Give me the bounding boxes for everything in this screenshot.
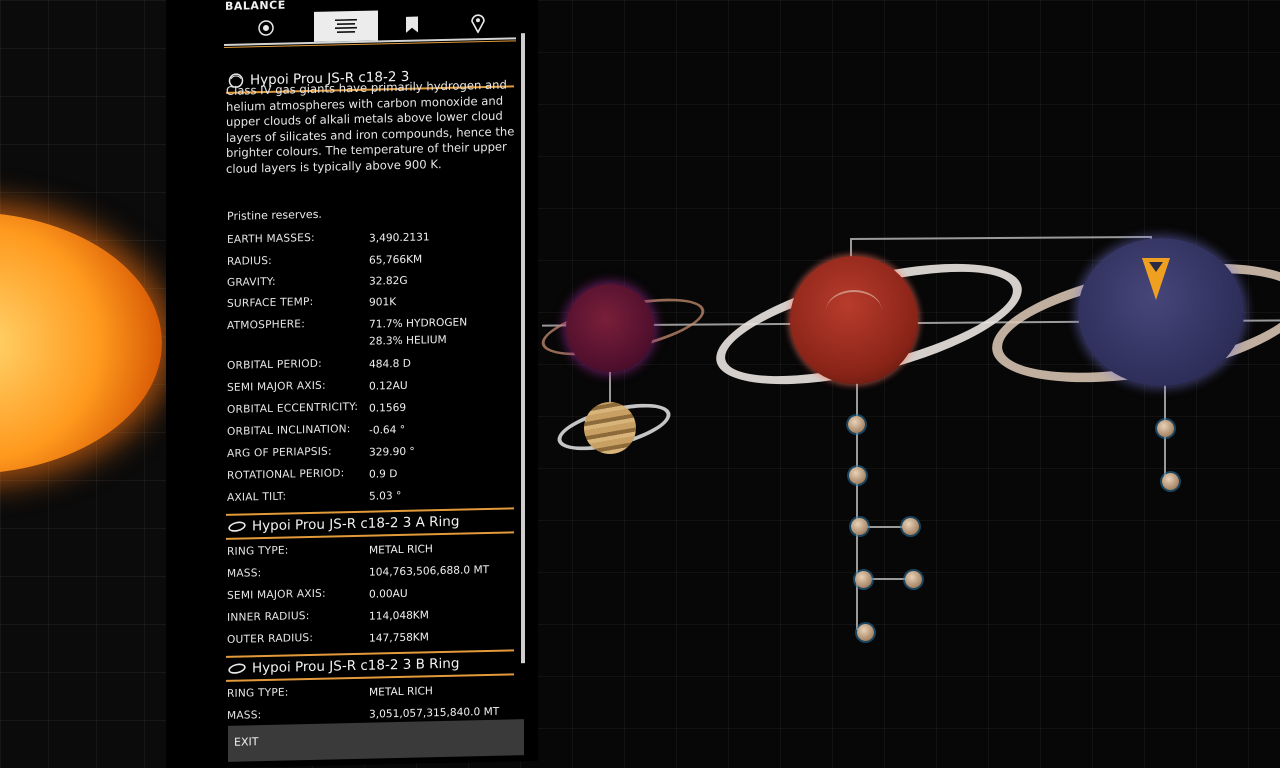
navigation-target-marker-icon: [1142, 258, 1170, 300]
stat-value: 901K: [369, 296, 397, 309]
stat-row: RADIUS: 65,766KM: [227, 249, 519, 272]
stat-label: MASS:: [227, 567, 262, 580]
stat-value: 65,766KM: [369, 253, 423, 267]
stat-row: SEMI MAJOR AXIS: 0.12AU: [227, 375, 519, 398]
stat-label: MASS:: [227, 709, 262, 722]
moon[interactable]: [857, 624, 874, 641]
stat-label: ROTATIONAL PERIOD:: [227, 467, 345, 482]
panel-backdrop: [166, 0, 226, 768]
gas-giant-planet[interactable]: [566, 284, 654, 372]
body-description: Class IV gas giants have primarily hydro…: [226, 77, 515, 176]
stat-label: RING TYPE:: [227, 544, 289, 558]
stat-label: OUTER RADIUS:: [227, 631, 314, 646]
stat-row: ATMOSPHERE: 71.7% HYDROGEN 28.3% HELIUM: [227, 313, 519, 354]
stat-label: ARG OF PERIAPSIS:: [227, 445, 332, 460]
stat-row: ROTATIONAL PERIOD: 0.9 D: [227, 463, 519, 486]
stat-value: 0.1569: [369, 401, 407, 415]
stat-value: -0.64 °: [369, 423, 406, 437]
stat-row: RING TYPE: METAL RICH: [227, 681, 519, 704]
stat-row: ORBITAL ECCENTRICITY: 0.1569: [227, 397, 519, 420]
stat-row: SEMI MAJOR AXIS: 0.00AU: [227, 583, 519, 606]
moon[interactable]: [849, 467, 866, 484]
ring-icon: [228, 521, 246, 532]
tab-bookmarks[interactable]: [380, 9, 444, 40]
stat-label: GRAVITY:: [227, 275, 276, 289]
stat-row: SURFACE TEMP: 901K: [227, 291, 519, 314]
stat-value: 0.00AU: [369, 587, 408, 601]
ring-icon: [228, 663, 246, 674]
system-info-panel: BALANCE Hypoi Prou JS-R c18-2 3 Class IV…: [222, 0, 538, 768]
stat-label: ATMOSPHERE:: [227, 318, 305, 332]
tab-navigation[interactable]: [446, 7, 510, 38]
stat-value: 0.12AU: [369, 379, 408, 393]
stat-label: EARTH MASSES:: [227, 231, 315, 246]
stat-label: INNER RADIUS:: [227, 610, 310, 624]
stat-value: METAL RICH: [369, 543, 433, 557]
stat-label: AXIAL TILT:: [227, 490, 287, 504]
ring-a-header[interactable]: Hypoi Prou JS-R c18-2 3 A Ring: [226, 507, 514, 540]
stat-value: 484.8 D: [369, 357, 411, 371]
stat-value: 114,048KM: [369, 609, 429, 623]
ringed-moon-planet[interactable]: [584, 402, 636, 454]
ring-a-name: Hypoi Prou JS-R c18-2 3 A Ring: [252, 513, 460, 535]
panel-scrollbar[interactable]: [521, 33, 525, 664]
stat-value: 329.90 °: [369, 445, 415, 459]
stat-label: SEMI MAJOR AXIS:: [227, 587, 326, 602]
stat-value: 5.03 °: [369, 489, 402, 503]
moon[interactable]: [902, 518, 919, 535]
stat-row: RING TYPE: METAL RICH: [227, 539, 519, 562]
stat-row: EARTH MASSES: 3,490.2131: [227, 227, 519, 250]
stat-value: 71.7% HYDROGEN 28.3% HELIUM: [369, 314, 467, 350]
atmosphere-hydrogen: 71.7% HYDROGEN: [369, 316, 468, 331]
selection-bracket-icon: [826, 290, 882, 332]
moon[interactable]: [1162, 473, 1179, 490]
bookmark-icon: [406, 16, 418, 33]
list-icon: [335, 18, 357, 33]
stat-label: RING TYPE:: [227, 686, 289, 700]
ring-b-name: Hypoi Prou JS-R c18-2 3 B Ring: [252, 655, 460, 677]
star[interactable]: [0, 212, 162, 474]
reserves-note: Pristine reserves.: [227, 207, 322, 223]
stat-label: SURFACE TEMP:: [227, 295, 314, 310]
stat-row: AXIAL TILT: 5.03 °: [227, 485, 519, 508]
stat-value: 3,490.2131: [369, 231, 430, 245]
stat-row: MASS: 104,763,506,688.0 MT: [227, 561, 519, 584]
stat-value: 147,758KM: [369, 631, 429, 645]
stat-row: ARG OF PERIAPSIS: 329.90 °: [227, 441, 519, 464]
tab-system-map[interactable]: [234, 12, 298, 43]
stat-row: INNER RADIUS: 114,048KM: [227, 605, 519, 628]
panel-title: BALANCE: [225, 0, 286, 13]
moon[interactable]: [848, 416, 865, 433]
exit-label: EXIT: [234, 735, 259, 749]
stat-label: SEMI MAJOR AXIS:: [227, 379, 326, 394]
stat-value: 32.82G: [369, 274, 408, 288]
stat-label: ORBITAL INCLINATION:: [227, 423, 351, 438]
exit-button[interactable]: EXIT: [228, 719, 524, 762]
atmosphere-helium: 28.3% HELIUM: [369, 333, 447, 348]
system-map-icon: [258, 20, 274, 36]
stat-value: METAL RICH: [369, 685, 433, 699]
moon[interactable]: [851, 518, 868, 535]
stat-row: ORBITAL PERIOD: 484.8 D: [227, 353, 519, 376]
moon[interactable]: [855, 571, 872, 588]
star-view: [0, 0, 166, 768]
stat-row: GRAVITY: 32.82G: [227, 270, 519, 293]
moon[interactable]: [1157, 420, 1174, 437]
stat-value: 0.9 D: [369, 468, 398, 481]
tab-info[interactable]: [314, 10, 378, 42]
stat-row: OUTER RADIUS: 147,758KM: [227, 627, 519, 650]
stat-value: 104,763,506,688.0 MT: [369, 563, 490, 579]
stat-label: RADIUS:: [227, 254, 272, 268]
stat-row: ORBITAL INCLINATION: -0.64 °: [227, 419, 519, 442]
stat-label: ORBITAL PERIOD:: [227, 357, 322, 372]
ring-b-header[interactable]: Hypoi Prou JS-R c18-2 3 B Ring: [226, 649, 514, 682]
stat-label: ORBITAL ECCENTRICITY:: [227, 400, 359, 416]
navigation-marker-icon: [471, 14, 485, 34]
moon[interactable]: [905, 571, 922, 588]
